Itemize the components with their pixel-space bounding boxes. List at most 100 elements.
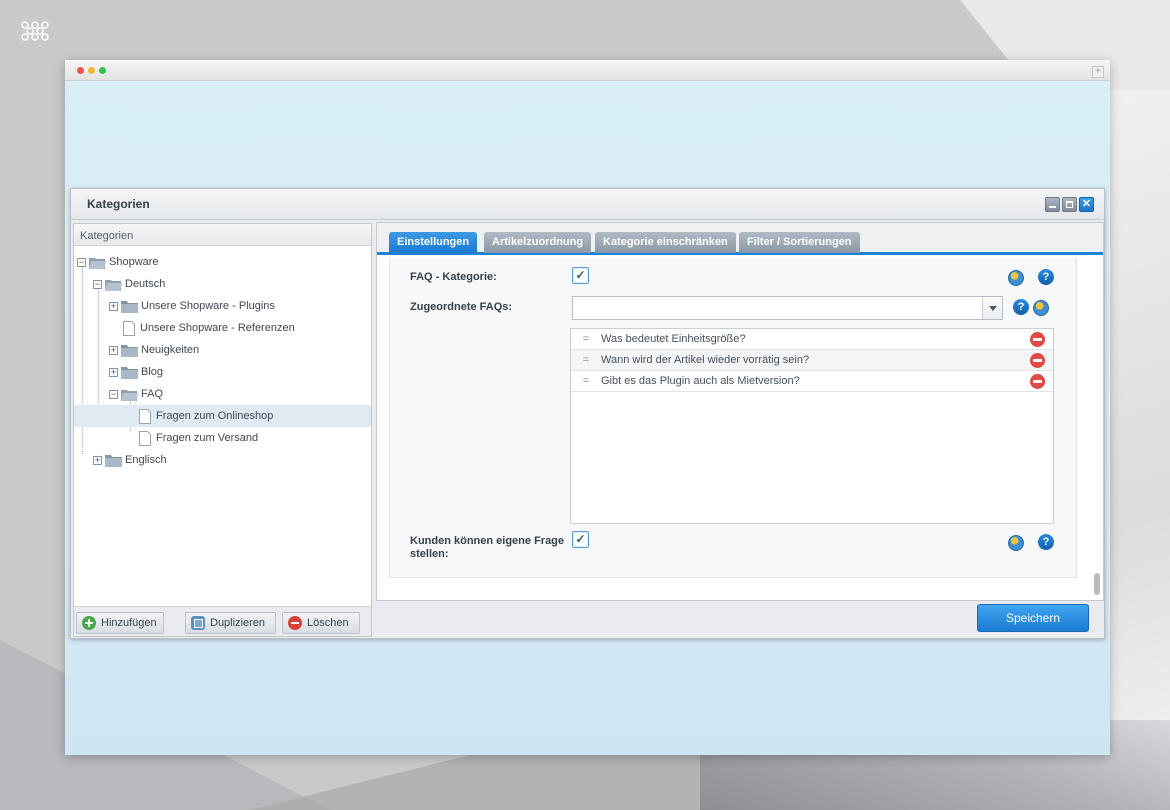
tree-header: Kategorien xyxy=(74,224,371,246)
tree-node-label: Shopware xyxy=(109,256,159,268)
window-tools: ✕ xyxy=(1045,197,1094,212)
tree-node-label: Neuigkeiten xyxy=(141,344,200,356)
translation-globe-icon[interactable] xyxy=(1008,535,1024,551)
tree-node-onlineshop[interactable]: Fragen zum Onlineshop xyxy=(74,405,371,427)
faq-row[interactable]: = Was bedeutet Einheitsgröße? xyxy=(571,329,1053,350)
collapse-icon[interactable]: − xyxy=(109,389,118,399)
folder-icon xyxy=(105,454,122,467)
tree-node-label: Deutsch xyxy=(125,278,166,290)
tree-node-label: FAQ xyxy=(141,388,164,400)
drag-handle-icon[interactable]: = xyxy=(571,333,601,345)
document-icon xyxy=(139,430,151,446)
tree-node-plugins[interactable]: + Unsere Shopware - Plugins xyxy=(74,295,371,317)
document-icon xyxy=(123,320,135,336)
minimize-dot-icon[interactable] xyxy=(88,67,95,74)
close-dot-icon[interactable] xyxy=(77,67,84,74)
tab-kategorie-einschraenken[interactable]: Kategorie einschränken xyxy=(595,232,736,253)
tree-node-label: Fragen zum Versand xyxy=(156,432,259,444)
expand-icon[interactable]: + xyxy=(109,301,118,311)
customers-question-label-line2: stellen: xyxy=(410,548,449,560)
duplicate-icon xyxy=(191,616,205,630)
folder-open-icon xyxy=(121,389,138,401)
tab-bar: Einstellungen Artikelzuordnung Kategorie… xyxy=(377,223,1103,255)
assigned-faqs-combobox[interactable] xyxy=(572,296,1003,320)
delete-button-label: Löschen xyxy=(307,617,349,629)
new-tab-plus-icon[interactable]: + xyxy=(1092,66,1104,78)
faq-question: Wann wird der Artikel wieder vorrätig se… xyxy=(601,354,810,366)
duplicate-button-label: Duplizieren xyxy=(210,617,266,629)
duplicate-button[interactable]: Duplizieren xyxy=(185,612,276,634)
tree-node-label: Blog xyxy=(141,366,164,378)
customers-question-checkbox[interactable]: ✓ xyxy=(572,531,589,548)
add-icon xyxy=(82,616,96,630)
translation-globe-icon[interactable] xyxy=(1033,300,1049,316)
chevron-down-icon[interactable] xyxy=(982,297,1002,319)
tree-node-shopware[interactable]: − Shopware xyxy=(74,251,371,273)
minimize-icon[interactable] xyxy=(1045,197,1060,212)
faq-question: Was bedeutet Einheitsgröße? xyxy=(601,333,746,345)
delete-icon xyxy=(288,616,302,630)
tree-node-label: Englisch xyxy=(125,454,167,466)
customers-question-label-line1: Kunden können eigene Frage xyxy=(410,535,565,547)
tree-node-references[interactable]: Unsere Shopware - Referenzen xyxy=(74,317,371,339)
tree-node-label: Unsere Shopware - Plugins xyxy=(141,300,275,312)
collapse-icon[interactable]: − xyxy=(93,279,102,289)
faq-question: Gibt es das Plugin auch als Mietversion? xyxy=(601,375,800,387)
tab-filter-sortierungen[interactable]: Filter / Sortierungen xyxy=(739,232,860,253)
folder-open-icon xyxy=(89,257,106,269)
tree-node-label: Unsere Shopware - Referenzen xyxy=(140,322,295,334)
assigned-faqs-grid: = Was bedeutet Einheitsgröße? = Wann wir… xyxy=(570,328,1054,524)
expand-icon[interactable]: + xyxy=(93,455,102,465)
tree-node-shipping[interactable]: Fragen zum Versand xyxy=(74,427,371,449)
tree-node-deutsch[interactable]: − Deutsch xyxy=(74,273,371,295)
folder-open-icon xyxy=(105,279,122,291)
expand-icon[interactable]: + xyxy=(109,367,118,377)
settings-form: FAQ - Kategorie: ✓ ? Zugeordnete FAQs: ?… xyxy=(389,258,1077,578)
tree-node-faq[interactable]: − FAQ xyxy=(74,383,371,405)
drag-handle-icon[interactable]: = xyxy=(571,375,601,387)
help-icon[interactable]: ? xyxy=(1013,299,1029,315)
window-titlebar: + xyxy=(65,60,1110,81)
tree-node-blog[interactable]: + Blog xyxy=(74,361,371,383)
folder-icon xyxy=(121,366,138,379)
remove-icon[interactable] xyxy=(1030,353,1045,368)
categories-window: Kategorien ✕ Kategorien − Shopware − Deu… xyxy=(70,188,1105,639)
add-button[interactable]: Hinzufügen xyxy=(76,612,164,634)
collapse-icon[interactable]: − xyxy=(77,257,86,267)
app-logo-icon xyxy=(21,21,49,41)
delete-button[interactable]: Löschen xyxy=(282,612,360,634)
help-icon[interactable]: ? xyxy=(1038,534,1054,550)
settings-panel: Einstellungen Artikelzuordnung Kategorie… xyxy=(376,222,1104,601)
faq-category-checkbox[interactable]: ✓ xyxy=(572,267,589,284)
categories-window-header[interactable]: Kategorien ✕ xyxy=(71,189,1104,220)
tree-toolbar: Hinzufügen Duplizieren Löschen xyxy=(74,606,371,636)
document-icon xyxy=(139,408,151,424)
maximize-icon[interactable] xyxy=(1062,197,1077,212)
remove-icon[interactable] xyxy=(1030,332,1045,347)
vertical-scrollbar[interactable] xyxy=(1094,573,1100,595)
expand-icon[interactable]: + xyxy=(109,345,118,355)
folder-icon xyxy=(121,344,138,357)
faq-row[interactable]: = Gibt es das Plugin auch als Mietversio… xyxy=(571,371,1053,392)
zoom-dot-icon[interactable] xyxy=(99,67,106,74)
save-button[interactable]: Speichern xyxy=(977,604,1089,632)
drag-handle-icon[interactable]: = xyxy=(571,354,601,366)
category-tree: − Shopware − Deutsch + Unsere Shopware -… xyxy=(74,246,371,606)
category-tree-panel: Kategorien − Shopware − Deutsch + Unsere… xyxy=(73,223,372,637)
assigned-faqs-label: Zugeordnete FAQs: xyxy=(410,301,513,313)
folder-icon xyxy=(121,300,138,313)
tab-einstellungen[interactable]: Einstellungen xyxy=(389,232,478,253)
customers-question-label: Kunden können eigene Frage stellen: xyxy=(410,535,564,561)
faq-category-label: FAQ - Kategorie: xyxy=(410,271,497,283)
faq-row[interactable]: = Wann wird der Artikel wieder vorrätig … xyxy=(571,350,1053,371)
window-title: Kategorien xyxy=(87,197,150,211)
tree-node-news[interactable]: + Neuigkeiten xyxy=(74,339,371,361)
tree-node-english[interactable]: + Englisch xyxy=(74,449,371,471)
translation-globe-icon[interactable] xyxy=(1008,270,1024,286)
help-icon[interactable]: ? xyxy=(1038,269,1054,285)
tree-node-label: Fragen zum Onlineshop xyxy=(156,410,274,422)
tab-artikelzuordnung[interactable]: Artikelzuordnung xyxy=(484,232,592,253)
close-icon[interactable]: ✕ xyxy=(1079,197,1094,212)
add-button-label: Hinzufügen xyxy=(101,617,157,629)
remove-icon[interactable] xyxy=(1030,374,1045,389)
